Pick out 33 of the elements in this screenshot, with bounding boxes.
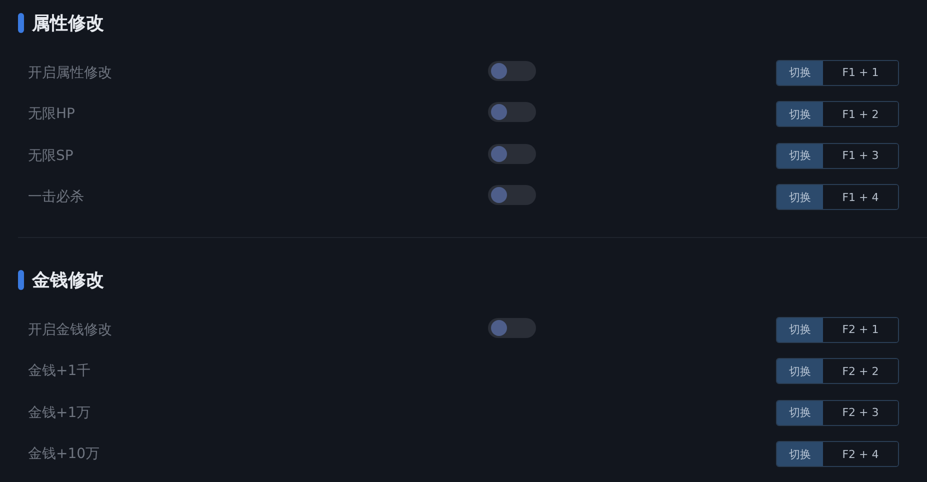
option-label: 开启属性修改 (28, 64, 113, 82)
toggle-switch[interactable] (488, 102, 536, 122)
toggle-hotkey-button[interactable]: 切换 (777, 400, 823, 425)
hotkey-field[interactable]: 切换 F2 + 3 (776, 400, 899, 426)
toggle-hotkey-button[interactable]: 切换 (777, 185, 823, 210)
section-title: 属性修改 (32, 12, 104, 35)
hotkey-field[interactable]: 切换 F2 + 1 (776, 316, 899, 343)
toggle-switch[interactable] (488, 185, 536, 206)
toggle-switch[interactable] (488, 144, 536, 164)
hotkey-field[interactable]: 切换 F2 + 4 (776, 441, 899, 468)
hotkey-field[interactable]: 切换 F1 + 2 (776, 101, 899, 128)
hotkey-field[interactable]: 切换 F2 + 2 (776, 358, 899, 384)
toggle-hotkey-button[interactable]: 切换 (777, 442, 823, 466)
option-label: 金钱+10万 (28, 445, 101, 464)
hotkey-field[interactable]: 切换 F1 + 3 (776, 142, 899, 169)
hotkey-field[interactable]: 切换 F1 + 1 (776, 60, 899, 86)
hotkey-field[interactable]: 切换 F1 + 4 (776, 184, 899, 210)
toggle-hotkey-button[interactable]: 切换 (777, 60, 823, 85)
section-title: 金钱修改 (32, 269, 104, 292)
toggle-hotkey-button[interactable]: 切换 (777, 102, 823, 126)
toggle-hotkey-button[interactable]: 切换 (777, 318, 823, 342)
toggle-hotkey-button[interactable]: 切换 (777, 144, 823, 168)
option-label: 金钱+1万 (28, 404, 92, 422)
toggle-switch[interactable] (488, 318, 536, 338)
option-label: 开启金钱修改 (28, 320, 113, 339)
option-label: 无限HP (28, 105, 76, 124)
section-marker (18, 270, 24, 290)
toggle-switch[interactable] (488, 60, 536, 81)
toggle-hotkey-button[interactable]: 切换 (777, 359, 823, 384)
option-label: 无限SP (28, 146, 74, 165)
option-label: 金钱+1千 (28, 362, 92, 380)
option-label: 一击必杀 (28, 188, 85, 206)
section-marker (18, 13, 24, 33)
